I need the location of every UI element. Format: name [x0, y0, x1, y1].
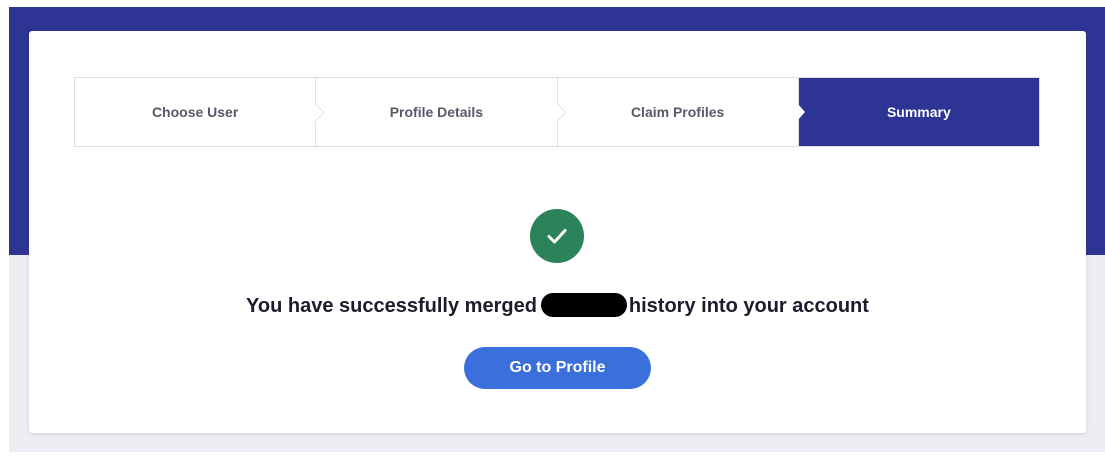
step-profile-details[interactable]: Profile Details	[316, 78, 567, 146]
checkmark-glyph	[547, 229, 567, 244]
success-message: You have successfully merged history into…	[29, 293, 1086, 318]
go-to-profile-button[interactable]: Go to Profile	[464, 347, 651, 389]
step-choose-user[interactable]: Choose User	[75, 78, 325, 146]
message-text-after: history into your account	[628, 295, 869, 317]
step-label: Summary	[886, 104, 951, 120]
step-label: Claim Profiles	[630, 104, 725, 120]
progress-stepper: Choose User Profile Details Claim Profil…	[74, 77, 1040, 147]
checkmark-icon	[530, 209, 584, 263]
summary-card: Choose User Profile Details Claim Profil…	[29, 31, 1086, 433]
step-label: Profile Details	[389, 104, 484, 120]
step-claim-profiles[interactable]: Claim Profiles	[557, 78, 799, 146]
redacted-name	[540, 293, 627, 317]
step-summary[interactable]: Summary	[797, 78, 1039, 146]
step-label: Choose User	[151, 104, 239, 120]
message-text-before: You have successfully merged	[246, 295, 537, 317]
